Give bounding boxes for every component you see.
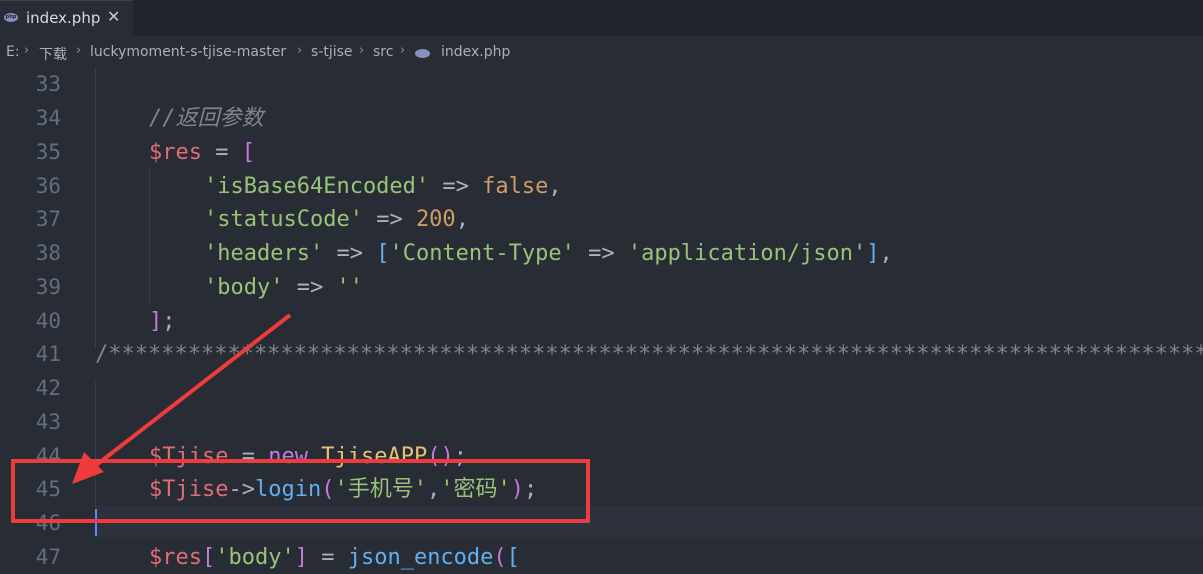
arrow-shaft — [93, 313, 292, 468]
annotation-highlight-box — [11, 459, 590, 523]
